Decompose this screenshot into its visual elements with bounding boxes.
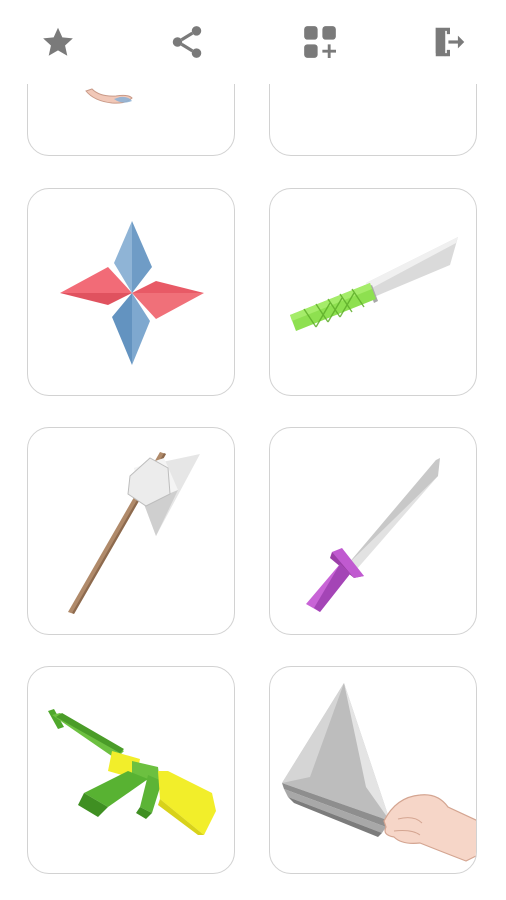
hand-image (85, 88, 133, 104)
grid-item-rod[interactable] (269, 84, 477, 156)
origami-knife-image (290, 237, 458, 331)
grid-item-hand[interactable] (27, 84, 235, 156)
origami-rifle-image (48, 709, 216, 835)
grid-item-shuriken[interactable] (27, 188, 235, 396)
more-apps-button[interactable] (298, 20, 342, 64)
grid-item-sword[interactable] (269, 427, 477, 635)
grid-item-rifle[interactable] (27, 666, 235, 874)
top-toolbar (0, 0, 506, 84)
origami-axe-image (68, 452, 200, 614)
origami-sword-image (306, 458, 440, 612)
exit-icon (435, 27, 465, 57)
grid-item-axe[interactable] (27, 427, 235, 635)
grid-item-knife[interactable] (269, 188, 477, 396)
share-icon (172, 26, 202, 58)
origami-grid (0, 84, 506, 900)
star-icon (43, 27, 73, 56)
add-apps-icon (304, 26, 336, 58)
favorites-button[interactable] (36, 20, 80, 64)
share-button[interactable] (165, 20, 209, 64)
exit-button[interactable] (428, 20, 472, 64)
origami-rod-image (270, 84, 477, 156)
origami-fan-image (282, 683, 476, 862)
origami-shuriken-image (60, 221, 204, 365)
grid-item-fan[interactable] (269, 666, 477, 874)
